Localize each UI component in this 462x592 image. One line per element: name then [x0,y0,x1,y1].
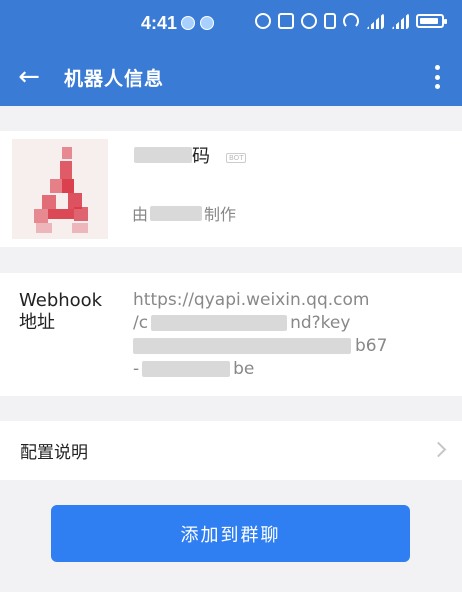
page-title: 机器人信息 [64,68,165,90]
creator-prefix: 由 [132,205,149,224]
bot-tag: BOT [226,153,247,163]
bot-avatar [12,139,108,239]
webhook-url-line-1: https://qyapi.weixin.qq.com [133,290,370,310]
app-bar: ← 机器人信息 [0,48,462,106]
webhook-url-line-4: - be [133,359,255,379]
bot-name: 码 [134,142,210,168]
vibrate-icon [324,13,336,29]
redacted-text [150,205,203,221]
chat-notification-icon [181,16,195,30]
wifi-icon [343,13,359,29]
download-notification-icon [200,16,214,30]
webhook-url-line-2: /c nd?key [133,313,351,333]
status-bar: 4:41 [0,0,462,48]
signal-4g-icon [366,13,384,29]
nfc-icon [278,13,294,29]
redacted-text [134,147,192,163]
back-button[interactable]: ← [12,60,46,94]
more-vertical-icon [434,65,440,70]
alarm-icon [301,13,317,29]
add-to-group-button[interactable]: 添加到群聊 [51,505,410,562]
bot-name-text: 码 [192,146,210,167]
arrow-left-icon: ← [18,62,40,92]
more-options-button[interactable] [426,62,448,92]
eye-icon [255,13,271,29]
signal-4g-icon [391,13,409,29]
config-instructions-label: 配置说明 [20,443,88,463]
status-icons [255,13,447,29]
app-header: 4:41 ← 机器人信息 [0,0,462,106]
status-time: 4:41 [141,13,178,33]
webhook-url[interactable]: https://qyapi.weixin.qq.com /c nd?key b67… [133,289,433,381]
webhook-label: Webhook 地址 [19,290,103,333]
bot-creator: 由 制作 [132,201,236,225]
battery-charging-icon [416,14,447,28]
creator-suffix: 制作 [204,205,237,224]
webhook-url-line-3: b67 [133,335,433,358]
